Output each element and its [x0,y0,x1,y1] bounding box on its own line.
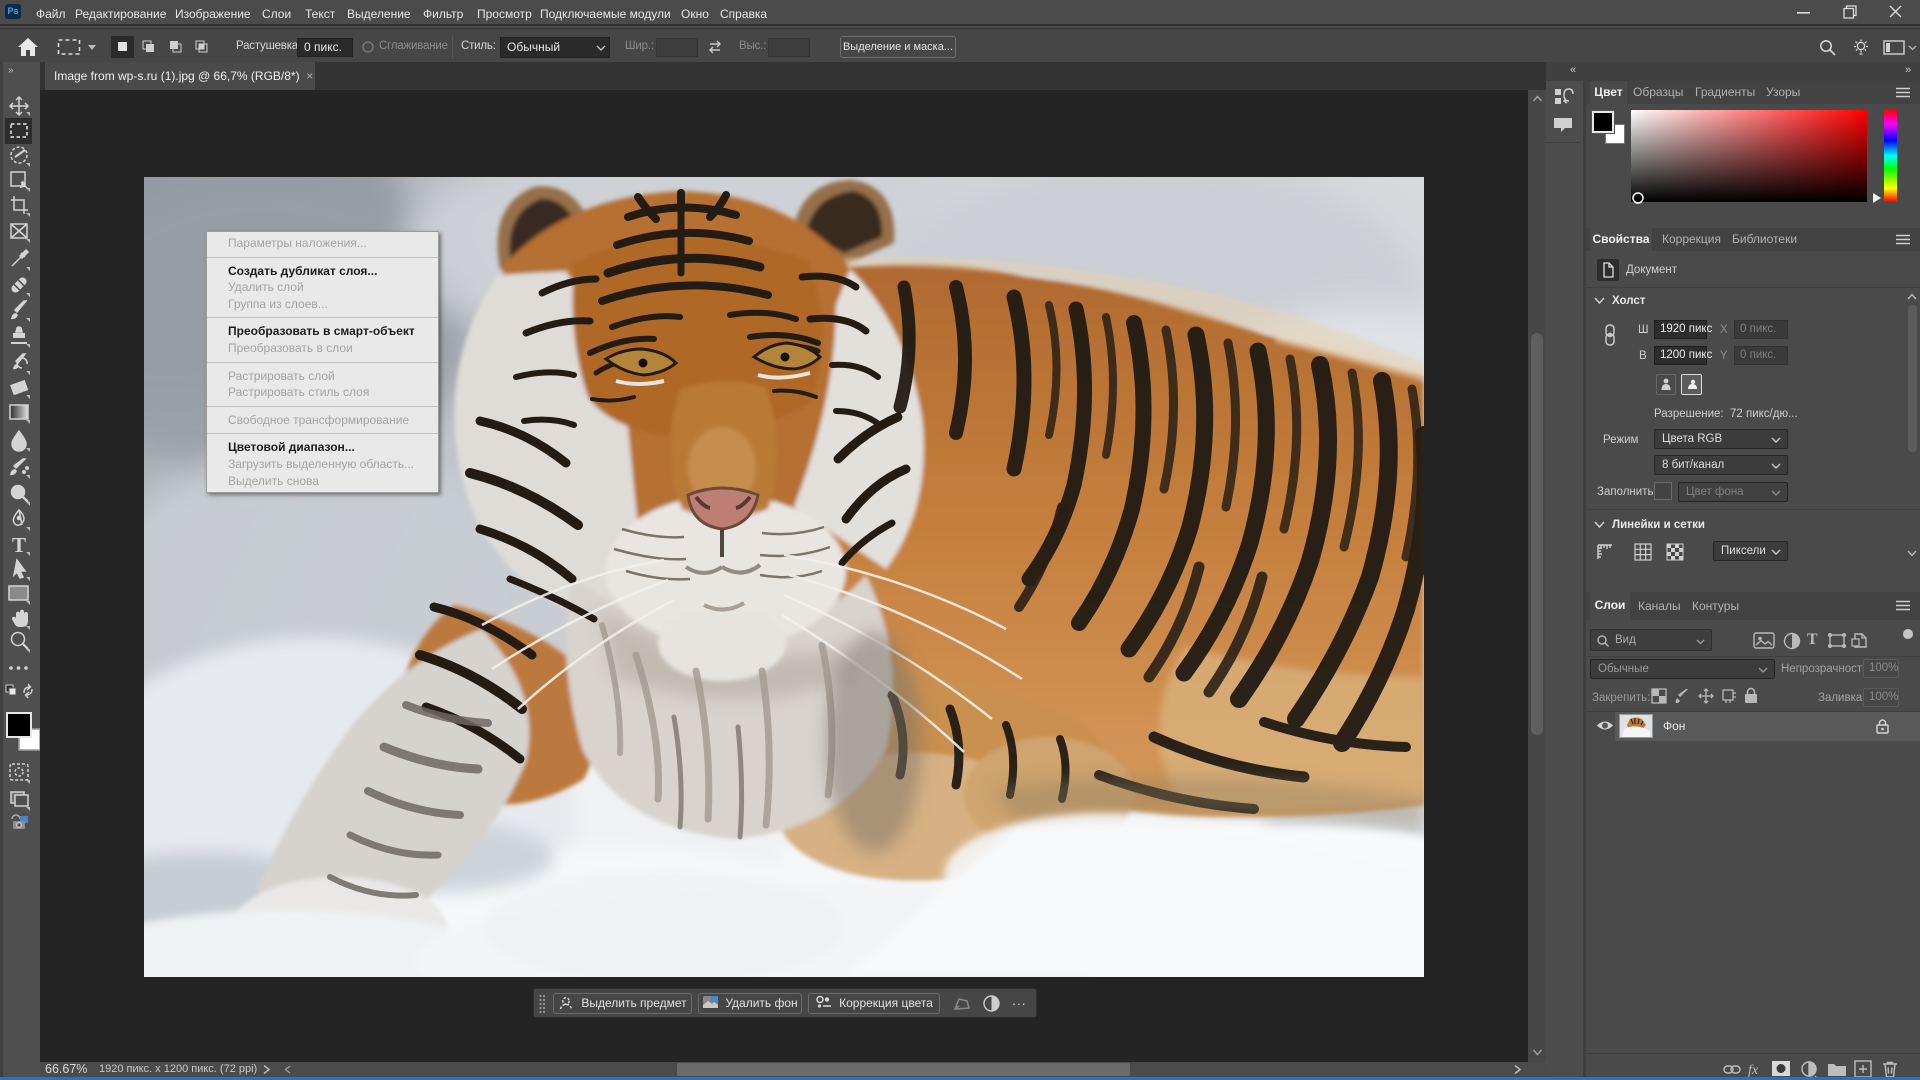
svg-text:»: » [8,65,14,76]
svg-text:T: T [12,533,26,557]
svg-text:fx: fx [1748,1063,1759,1078]
